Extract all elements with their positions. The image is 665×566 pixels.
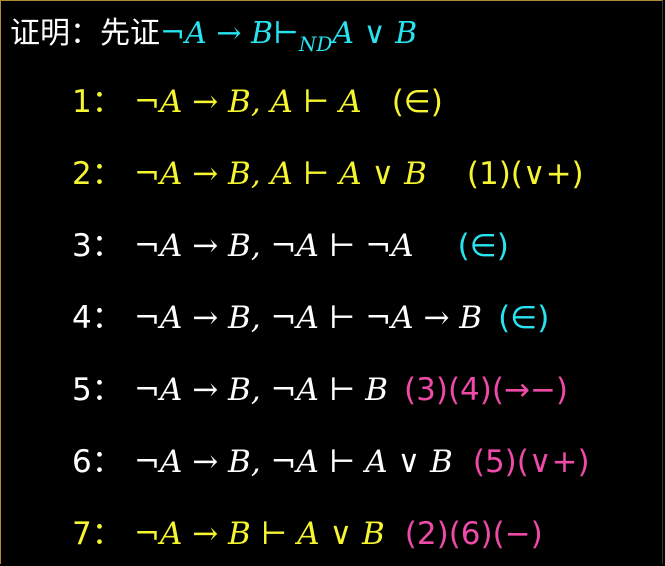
title-formula: ¬A → B⊢NDA ∨ B bbox=[160, 16, 418, 56]
proof-step: 3： ¬A → B, ¬A ⊢ ¬A (∈) bbox=[72, 224, 509, 268]
step-premises: ¬A → B ⊢ bbox=[134, 516, 298, 552]
proof-step: 4： ¬A → B, ¬A ⊢ ¬A → B (∈) bbox=[72, 296, 549, 340]
proof-step: 2： ¬A → B, A ⊢ A ∨ B (1)(∨+) bbox=[72, 152, 584, 196]
var-b: B bbox=[251, 16, 274, 51]
arrow-symbol: → bbox=[206, 16, 252, 51]
step-justification: (2)(6)(−) bbox=[404, 516, 543, 552]
step-conclusion: A ∨ B bbox=[339, 156, 427, 192]
proof-step: 1： ¬A → B, A ⊢ A (∈) bbox=[72, 80, 443, 124]
or-symbol: ∨ bbox=[354, 16, 396, 51]
proof-step: 6： ¬A → B, ¬A ⊢ A ∨ B (5)(∨+) bbox=[72, 440, 590, 484]
step-conclusion: A bbox=[339, 84, 362, 120]
var-a: A bbox=[185, 16, 207, 51]
step-number: 4： bbox=[72, 300, 123, 336]
proof-step: 5： ¬A → B, ¬A ⊢ B (3)(4)(→−) bbox=[72, 368, 568, 412]
step-justification: (∈) bbox=[498, 300, 550, 336]
step-number: 7： bbox=[72, 516, 123, 552]
var-a: A bbox=[332, 16, 355, 51]
step-conclusion: A ∨ B bbox=[365, 444, 453, 480]
step-number: 6： bbox=[72, 444, 123, 480]
step-conclusion: ¬A → B bbox=[365, 300, 483, 336]
step-justification: (∈) bbox=[457, 228, 509, 264]
title-label: 证明：先证 bbox=[10, 16, 160, 51]
proof-title: 证明：先证¬A → B⊢NDA ∨ B bbox=[10, 14, 418, 56]
step-premises: ¬A → B, ¬A ⊢ bbox=[134, 228, 366, 264]
nd-subscript: ND bbox=[298, 32, 333, 56]
step-premises: ¬A → B, ¬A ⊢ bbox=[134, 300, 366, 336]
neg-symbol: ¬ bbox=[160, 16, 186, 51]
step-conclusion: A ∨ B bbox=[297, 516, 385, 552]
step-justification: (5)(∨+) bbox=[472, 444, 590, 480]
step-number: 2： bbox=[72, 156, 123, 192]
turnstile-symbol: ⊢ bbox=[273, 16, 299, 51]
step-premises: ¬A → B, ¬A ⊢ bbox=[134, 372, 366, 408]
step-premises: ¬A → B, A ⊢ bbox=[134, 156, 340, 192]
step-justification: (3)(4)(→−) bbox=[404, 372, 569, 408]
step-premises: ¬A → B, A ⊢ bbox=[134, 84, 340, 120]
step-number: 3： bbox=[72, 228, 123, 264]
step-conclusion: ¬A bbox=[365, 228, 414, 264]
step-number: 1： bbox=[72, 84, 123, 120]
var-b: B bbox=[395, 16, 418, 51]
proof-step: 7： ¬A → B ⊢ A ∨ B (2)(6)(−) bbox=[72, 512, 543, 556]
step-conclusion: B bbox=[365, 372, 389, 408]
step-justification: (∈) bbox=[391, 84, 443, 120]
step-number: 5： bbox=[72, 372, 123, 408]
step-premises: ¬A → B, ¬A ⊢ bbox=[134, 444, 366, 480]
step-justification: (1)(∨+) bbox=[466, 156, 584, 192]
